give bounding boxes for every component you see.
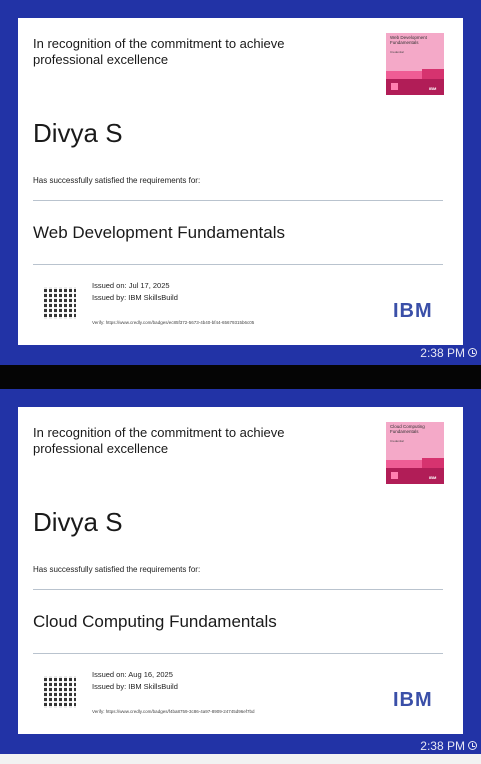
issued-on: Issued on: Aug 16, 2025 <box>92 670 173 679</box>
issued-on: Issued on: Jul 17, 2025 <box>92 281 170 290</box>
ibm-logo: IBM <box>393 689 433 711</box>
recognition-text: In recognition of the commitment to achi… <box>33 36 285 67</box>
issue-details: Issued on: Jul 17, 2025 Issued by: IBM S… <box>92 280 178 304</box>
verify-link: Verify: https://www.credly.com/badges/ec… <box>92 320 255 325</box>
bottom-bar <box>0 754 481 764</box>
satisfied-text: Has successfully satisfied the requireme… <box>33 176 201 185</box>
issued-by: Issued by: IBM SkillsBuild <box>92 682 178 691</box>
divider <box>33 589 443 590</box>
badge-dot <box>391 472 398 479</box>
badge-title: Cloud Computing Fundamentals <box>390 424 425 434</box>
satisfied-text: Has successfully satisfied the requireme… <box>33 565 201 574</box>
badge-title: Web Development Fundamentals <box>390 35 427 45</box>
badge-logo: IBM <box>429 475 437 480</box>
qr-code-icon <box>44 676 76 708</box>
issued-by: Issued by: IBM SkillsBuild <box>92 293 178 302</box>
divider <box>33 264 443 265</box>
badge-subtitle: Credential <box>390 439 404 443</box>
message-time: 2:38 PM <box>420 739 465 753</box>
ibm-logo: IBM <box>393 300 433 322</box>
image-message-2[interactable]: In recognition of the commitment to achi… <box>0 389 481 754</box>
clock-icon <box>468 348 477 357</box>
image-message-1[interactable]: In recognition of the commitment to achi… <box>0 0 481 365</box>
badge-block <box>422 458 444 468</box>
verify-link: Verify: https://www.credly.com/badges/f4… <box>92 709 255 714</box>
badge-subtitle: Credential <box>390 50 404 54</box>
qr-code-icon <box>44 287 76 319</box>
badge-block <box>422 69 444 79</box>
message-time: 2:38 PM <box>420 346 465 360</box>
certificate-image[interactable]: In recognition of the commitment to achi… <box>18 407 463 734</box>
recipient-name: Divya S <box>33 507 123 537</box>
certificate-image[interactable]: In recognition of the commitment to achi… <box>18 18 463 345</box>
course-badge: Web Development Fundamentals Credential … <box>386 33 444 95</box>
course-title: Web Development Fundamentals <box>33 223 285 242</box>
issue-details: Issued on: Aug 16, 2025 Issued by: IBM S… <box>92 669 178 693</box>
clock-icon <box>468 741 477 750</box>
course-badge: Cloud Computing Fundamentals Credential … <box>386 422 444 484</box>
badge-dot <box>391 83 398 90</box>
recognition-text: In recognition of the commitment to achi… <box>33 425 285 456</box>
divider <box>33 200 443 201</box>
divider <box>33 653 443 654</box>
recipient-name: Divya S <box>33 118 123 148</box>
badge-logo: IBM <box>429 86 437 91</box>
chat-separator <box>0 365 481 389</box>
course-title: Cloud Computing Fundamentals <box>33 612 277 631</box>
